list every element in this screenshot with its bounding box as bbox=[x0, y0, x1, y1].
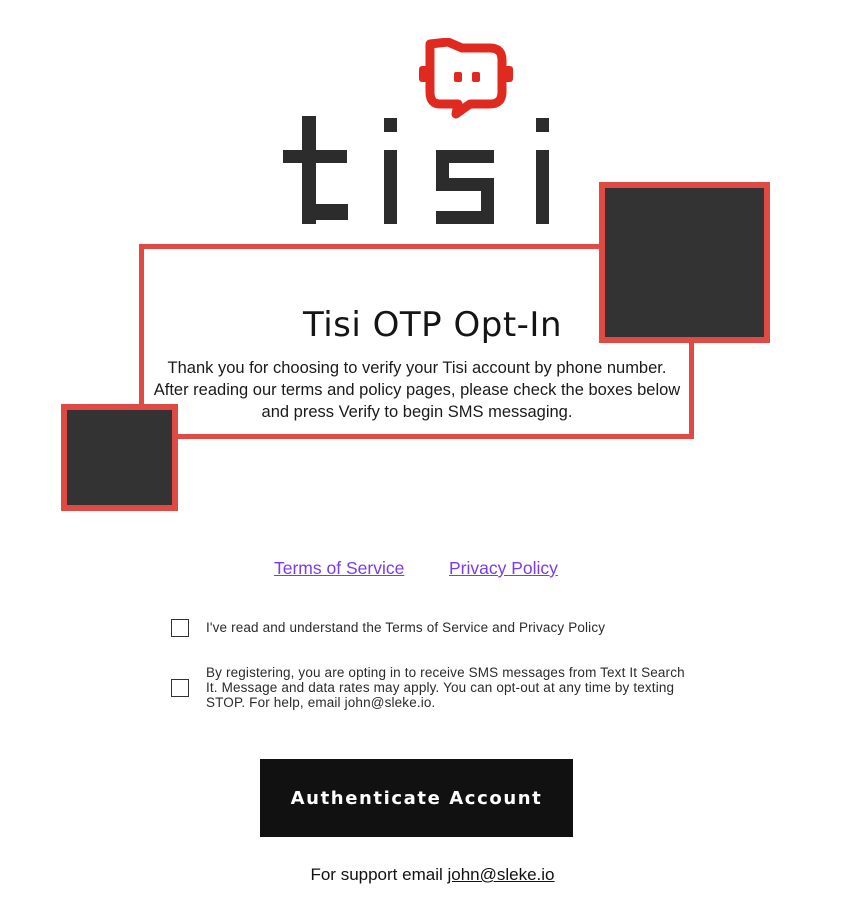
authenticate-account-button[interactable]: Authenticate Account bbox=[260, 759, 573, 837]
support-email-link[interactable]: john@sleke.io bbox=[447, 865, 554, 884]
terms-of-service-link[interactable]: Terms of Service bbox=[274, 558, 404, 579]
privacy-policy-link[interactable]: Privacy Policy bbox=[449, 558, 558, 579]
sms-optin-checkbox[interactable] bbox=[171, 679, 189, 697]
chat-bubble-icon bbox=[419, 38, 513, 119]
policy-links: Terms of Service Privacy Policy bbox=[0, 558, 865, 582]
page-title: Tisi OTP Opt-In bbox=[303, 305, 562, 345]
support-line: For support email john@sleke.io bbox=[0, 865, 865, 885]
tisi-logo bbox=[280, 38, 552, 228]
logo-wordmark bbox=[283, 116, 549, 224]
support-prefix: For support email bbox=[310, 865, 448, 884]
read-terms-label: I've read and understand the Terms of Se… bbox=[206, 620, 606, 635]
intro-text: Thank you for choosing to verify your Ti… bbox=[153, 359, 681, 421]
logo-graphic bbox=[283, 38, 549, 224]
read-terms-checkbox[interactable] bbox=[171, 619, 189, 637]
sms-optin-label: By registering, you are opting in to rec… bbox=[206, 665, 685, 710]
